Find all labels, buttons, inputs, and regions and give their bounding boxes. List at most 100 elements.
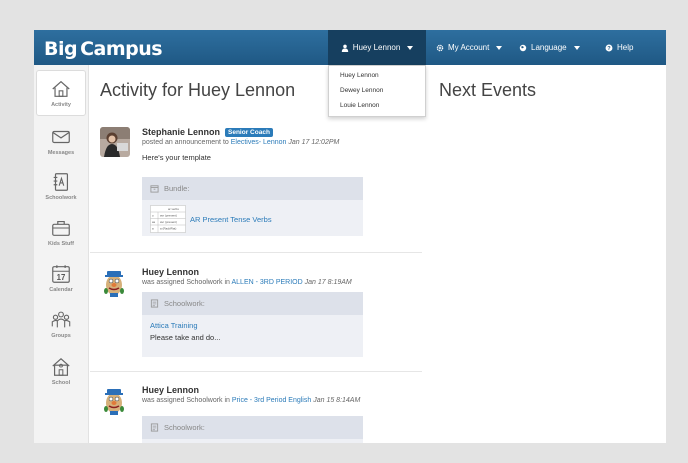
language-label: Language — [531, 43, 567, 52]
svg-text:?: ? — [607, 46, 611, 52]
calendar-icon: 17 — [52, 265, 70, 283]
activity-body: Stephanie Lennon Senior Coach posted an … — [142, 127, 422, 162]
activity-timestamp: Jan 17 12:02PM — [288, 139, 340, 146]
activity-action: was assigned Schoolwork in — [142, 279, 230, 286]
mr-potato-head-avatar — [100, 267, 130, 297]
sidebar: Activity Messages Schoolwork Kids Stuff … — [34, 65, 89, 443]
bundle-thumbnail[interactable]: ar verbs avr (present) avr (present) a (… — [150, 205, 186, 233]
bundle-link[interactable]: AR Present Tense Verbs — [190, 215, 272, 224]
activity-meta: was assigned Schoolwork in Price - 3rd P… — [142, 397, 422, 404]
activity-action: was assigned Schoolwork in — [142, 397, 230, 404]
activity-author: Huey Lennon — [142, 267, 422, 277]
sidebar-item-label: Activity — [51, 102, 71, 108]
schoolwork-link[interactable]: Attica Training — [150, 321, 355, 330]
page-title: Activity for Huey Lennon — [100, 80, 296, 100]
svg-text:avr (present): avr (present) — [160, 214, 177, 218]
big-campus-logo[interactable]: Big Campus — [44, 36, 163, 60]
help-button[interactable]: ? Help — [605, 30, 633, 65]
stephanie-avatar-photo — [100, 127, 130, 157]
sidebar-item-kids-stuff[interactable]: Kids Stuff — [36, 209, 86, 255]
chevron-down-icon — [407, 45, 414, 50]
author-name[interactable]: Stephanie Lennon — [142, 127, 220, 137]
card-body: Attica Training Please take and do... — [142, 315, 363, 348]
schoolwork-card: Schoolwork: — [142, 416, 363, 443]
chevron-down-icon — [573, 45, 580, 50]
sidebar-item-groups[interactable]: Groups — [36, 301, 86, 347]
groups-icon — [51, 311, 71, 328]
sidebar-item-label: Kids Stuff — [48, 241, 74, 247]
my-account-button[interactable]: My Account — [436, 30, 503, 65]
my-account-label: My Account — [448, 43, 490, 52]
sidebar-item-schoolwork[interactable]: Schoolwork — [36, 163, 86, 209]
svg-text:avr (present): avr (present) — [160, 220, 177, 224]
role-badge: Senior Coach — [225, 127, 273, 137]
home-icon — [52, 80, 70, 97]
sidebar-item-activity[interactable]: Activity — [36, 70, 86, 116]
sidebar-item-calendar[interactable]: 17 Calendar — [36, 255, 86, 301]
svg-text:17: 17 — [57, 273, 66, 282]
help-label: Help — [617, 43, 634, 52]
logo-campus-text: Campus — [80, 38, 163, 60]
dropdown-item-louie[interactable]: Louie Lennon — [340, 102, 379, 109]
sidebar-item-label: Messages — [47, 150, 75, 156]
sidebar-item-label: Calendar — [49, 287, 73, 293]
card-body: ar verbs avr (present) avr (present) a (… — [142, 200, 363, 238]
svg-text:as: as — [152, 220, 156, 224]
activity-text: Here's your template — [142, 153, 211, 162]
svg-text:a (Radt/Rat): a (Radt/Rat) — [160, 227, 176, 231]
activity-meta: was assigned Schoolwork in ALLEN - 3RD P… — [142, 279, 422, 286]
schoolwork-description: Please take and do... — [150, 333, 221, 342]
help-icon: ? — [605, 44, 613, 52]
chevron-down-icon — [496, 45, 503, 50]
activity-timestamp: Jan 17 8:19AM — [304, 279, 352, 286]
activity-meta: posted an announcement to Electives- Len… — [142, 139, 422, 146]
user-switcher-button[interactable]: Huey Lennon — [328, 30, 426, 65]
schoolwork-icon — [150, 423, 159, 432]
dropdown-item-dewey[interactable]: Dewey Lennon — [340, 87, 383, 94]
card-header: Bundle: — [142, 177, 363, 200]
activity-author: Stephanie Lennon Senior Coach — [142, 127, 422, 137]
activity-divider — [90, 252, 422, 253]
mr-potato-head-avatar — [100, 385, 130, 415]
activity-timestamp: Jan 15 8:14AM — [313, 397, 361, 404]
card-type-label: Bundle: — [164, 184, 190, 193]
activity-divider — [90, 371, 422, 372]
logo-big-text: Big — [44, 38, 78, 60]
activity-body: Huey Lennon was assigned Schoolwork in P… — [142, 385, 422, 404]
app-window: Big Campus Huey Lennon My Account Langua… — [34, 30, 666, 443]
briefcase-icon — [52, 220, 70, 236]
avatar[interactable] — [100, 127, 130, 157]
document-icon — [53, 173, 69, 191]
schoolwork-icon — [150, 299, 159, 308]
sidebar-item-school[interactable]: School — [36, 348, 86, 394]
activity-action: posted an announcement to — [142, 139, 229, 146]
activity-target-link[interactable]: ALLEN - 3RD PERIOD — [232, 279, 303, 286]
sidebar-item-messages[interactable]: Messages — [36, 118, 86, 164]
gear-icon — [436, 44, 444, 51]
dropdown-item-huey[interactable]: Huey Lennon — [340, 72, 379, 79]
activity-body: Huey Lennon was assigned Schoolwork in A… — [142, 267, 422, 286]
activity-target-link[interactable]: Price - 3rd Period English — [232, 397, 311, 404]
avatar[interactable] — [100, 385, 130, 415]
card-type-label: Schoolwork: — [164, 299, 205, 308]
language-button[interactable]: Language — [519, 30, 580, 65]
next-events-title: Next Events — [439, 80, 537, 100]
svg-text:ar verbs: ar verbs — [168, 207, 179, 211]
envelope-icon — [52, 130, 70, 144]
user-icon — [341, 44, 348, 52]
activity-item: Huey Lennon was assigned Schoolwork in A… — [100, 267, 422, 367]
sidebar-item-label: Schoolwork — [45, 195, 77, 201]
card-type-label: Schoolwork: — [164, 423, 205, 432]
globe-icon — [519, 44, 527, 51]
activity-target-link[interactable]: Electives- Lennon — [231, 139, 287, 146]
activity-item: Stephanie Lennon Senior Coach posted an … — [100, 127, 422, 252]
user-switcher-dropdown: Huey Lennon Dewey Lennon Louie Lennon — [328, 65, 426, 117]
card-header: Schoolwork: — [142, 292, 363, 315]
card-header: Schoolwork: — [142, 416, 363, 439]
top-navigation-bar: Big Campus Huey Lennon My Account Langua… — [34, 30, 666, 65]
author-name[interactable]: Huey Lennon — [142, 385, 199, 395]
user-switcher-label: Huey Lennon — [352, 43, 401, 52]
avatar[interactable] — [100, 267, 130, 297]
sidebar-item-label: School — [51, 380, 71, 386]
author-name[interactable]: Huey Lennon — [142, 267, 199, 277]
